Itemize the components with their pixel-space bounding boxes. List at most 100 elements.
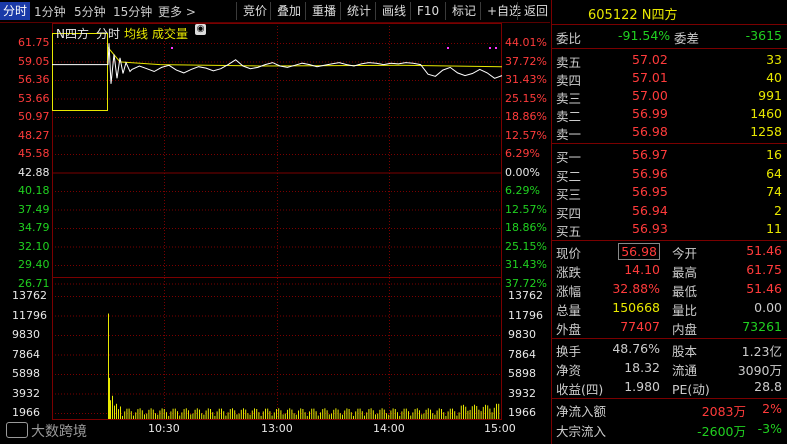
mark-button[interactable]: 标记 xyxy=(445,2,476,20)
volume-bar xyxy=(416,408,418,419)
legend-volume: 成交量 xyxy=(152,27,189,41)
volume-bar xyxy=(454,411,456,419)
percent-tick: 25.15% xyxy=(505,239,547,253)
tab-intraday[interactable]: 分时 xyxy=(0,2,31,20)
tab-more[interactable]: 更多 > xyxy=(158,3,196,20)
volume-bar xyxy=(304,412,306,419)
tab-5min[interactable]: 5分钟 xyxy=(74,3,106,20)
volume-bar xyxy=(423,413,425,419)
quote-label: 外盘 xyxy=(556,322,582,337)
volume-bar xyxy=(148,409,150,419)
percent-tick: 12.57% xyxy=(505,128,547,142)
percent-tick: 37.72% xyxy=(505,276,547,290)
volume-bar xyxy=(493,407,495,419)
ask-price: 56.99 xyxy=(632,106,668,121)
bid-price: 56.97 xyxy=(632,147,668,162)
percent-tick: 18.86% xyxy=(505,221,547,234)
volume-bar xyxy=(452,408,453,419)
volume-bar xyxy=(465,406,467,419)
volume-bar xyxy=(430,409,431,419)
volume-bar xyxy=(425,409,427,419)
volume-bar xyxy=(383,409,385,419)
weicha-value: -3615 xyxy=(745,28,782,43)
volume-bar xyxy=(280,410,282,419)
ask-volume: 991 xyxy=(758,88,782,103)
chart-canvas[interactable] xyxy=(0,23,550,444)
stat-label: 换手 xyxy=(556,344,582,359)
volume-bar xyxy=(155,413,156,419)
ask-label: 卖三 xyxy=(556,91,582,106)
volume-bar xyxy=(326,410,328,419)
volume-bar xyxy=(293,413,295,419)
volume-bar xyxy=(179,415,181,419)
volume-bar xyxy=(355,411,357,419)
volume-bar xyxy=(309,411,310,419)
volume-bar xyxy=(478,409,480,419)
volume-bar xyxy=(166,412,167,419)
volume-bar xyxy=(282,414,284,419)
volume-bar xyxy=(258,412,260,419)
price-tick: 42.88 xyxy=(18,165,50,179)
volume-bar xyxy=(190,414,192,419)
ask-label: 卖五 xyxy=(556,55,582,70)
volume-bar xyxy=(278,408,280,419)
volume-bar xyxy=(302,409,304,419)
volume-bar xyxy=(284,413,286,419)
camera-icon[interactable]: ◉ xyxy=(195,24,206,35)
volume-bar xyxy=(311,408,313,419)
bid-label: 买五 xyxy=(556,224,582,239)
quote-row: 涨幅 32.88% 最低 51.46 xyxy=(552,281,787,299)
draw-button[interactable]: 画线 xyxy=(375,2,406,20)
volume-bar xyxy=(436,410,438,419)
volume-bar xyxy=(480,411,482,419)
overlay-button[interactable]: 叠加 xyxy=(270,2,301,20)
ask-label: 卖四 xyxy=(556,73,582,88)
ask-level-row: 卖二 56.99 1460 xyxy=(552,106,787,124)
volume-bar xyxy=(337,409,339,419)
f10-button[interactable]: F10 xyxy=(410,2,439,20)
volume-bar xyxy=(122,415,123,419)
volume-bar xyxy=(170,411,172,419)
stat-value: 18.32 xyxy=(624,360,660,375)
volume-bar xyxy=(372,410,374,419)
price-tick: 61.75 xyxy=(18,36,50,49)
price-tick: 59.05 xyxy=(18,54,50,68)
back-button[interactable]: 返回 xyxy=(517,2,548,20)
volume-bar xyxy=(150,408,152,419)
volume-bar xyxy=(109,377,110,419)
marker xyxy=(495,47,497,49)
volume-bar xyxy=(427,408,429,419)
tab-1min[interactable]: 1分钟 xyxy=(34,3,66,20)
add-watchlist-button[interactable]: +自选 xyxy=(480,2,521,20)
time-tick: 14:00 xyxy=(373,422,405,435)
volume-bar xyxy=(221,408,222,419)
volume-bar xyxy=(287,409,288,419)
volume-bar xyxy=(210,409,211,419)
auction-button[interactable]: 竞价 xyxy=(236,2,267,20)
quote-label: 总量 xyxy=(556,303,582,318)
volume-bar xyxy=(245,409,247,419)
stats-button[interactable]: 统计 xyxy=(340,2,371,20)
volume-bar xyxy=(471,406,473,419)
volume-bar xyxy=(489,408,491,419)
replay-button[interactable]: 重播 xyxy=(305,2,336,20)
intraday-chart[interactable]: N四方 分时 均线 成交量 ◉ 61.75 59.05 56.36 53.66 50.9… xyxy=(0,23,550,444)
ask-label: 卖一 xyxy=(556,127,582,142)
quote-label: 涨跌 xyxy=(556,265,582,280)
volume-bar xyxy=(421,414,423,419)
watermark-text: 大数跨境 xyxy=(31,424,87,440)
time-gridlines xyxy=(164,23,390,419)
volume-bar xyxy=(114,405,115,419)
ask-price: 57.02 xyxy=(632,52,668,67)
volume-bar xyxy=(273,412,275,419)
tab-15min[interactable]: 15分钟 xyxy=(113,3,152,20)
volume-bar xyxy=(331,413,332,419)
quote-value: 56.98 xyxy=(618,243,660,260)
volume-bar xyxy=(399,415,401,419)
bid-volume: 2 xyxy=(774,202,782,218)
price-tick: 56.36 xyxy=(18,73,50,86)
stat-label: 净资 xyxy=(556,363,582,378)
volume-bar xyxy=(262,411,264,419)
bid-level-row: 买二 56.96 64 xyxy=(552,166,787,184)
volume-tick: 9830 xyxy=(12,328,40,341)
